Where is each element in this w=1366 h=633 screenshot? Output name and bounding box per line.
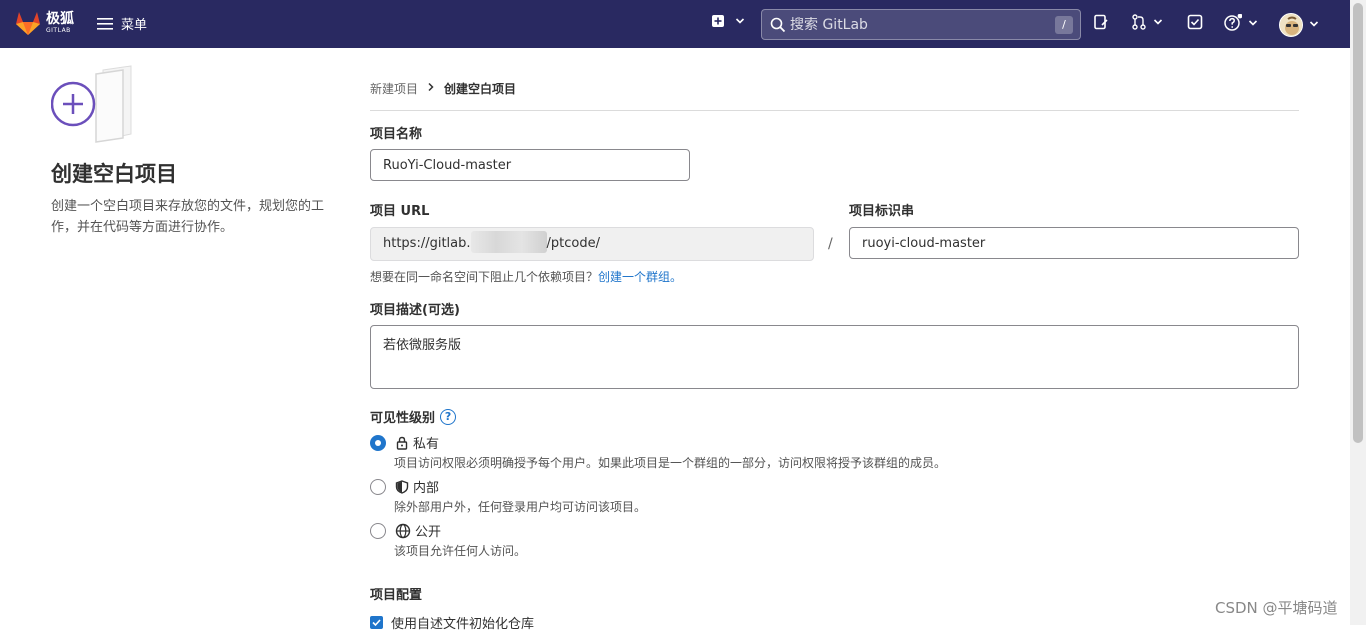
page-scrollbar[interactable] — [1350, 0, 1366, 625]
checkmark-icon — [372, 619, 381, 627]
create-group-link[interactable]: 创建一个群组。 — [598, 270, 682, 284]
left-column — [50, 64, 341, 144]
description-textarea[interactable]: 若依微服务版 — [370, 325, 1299, 389]
search-shortcut-key: / — [1055, 16, 1073, 34]
blank-project-illustration — [50, 64, 136, 144]
chevron-down-icon — [1153, 19, 1163, 25]
globe-icon — [395, 523, 411, 539]
avatar-image-icon — [1280, 14, 1302, 36]
url-slug-separator: / — [828, 236, 833, 252]
help-icon — [1224, 14, 1242, 31]
lock-icon — [395, 436, 409, 450]
project-url-label: 项目 URL — [370, 204, 430, 219]
breadcrumb: 新建项目 创建空白项目 — [370, 80, 516, 97]
issues-button[interactable] — [1093, 14, 1109, 30]
top-navbar: 极狐 GITLAB 菜单 / — [0, 0, 1350, 48]
namespace-hint-text: 想要在同一命名空间下阻止几个依赖项目？ — [370, 270, 599, 284]
project-url-prefix: https://gitlab. — [383, 236, 471, 251]
fox-logo-icon — [16, 12, 40, 35]
description-label: 项目描述(可选) — [370, 303, 460, 318]
chevron-down-icon — [1309, 21, 1319, 27]
visibility-option-internal[interactable]: 内部 — [370, 477, 439, 496]
page-title: 创建空白项目 — [51, 162, 177, 186]
search-input[interactable] — [790, 16, 1040, 33]
brand-name: 极狐 — [46, 11, 74, 27]
breadcrumb-current: 创建空白项目 — [444, 82, 517, 96]
readme-checkbox[interactable] — [370, 616, 383, 629]
internal-label: 内部 — [413, 481, 440, 496]
hamburger-icon — [97, 17, 113, 30]
private-label: 私有 — [413, 437, 440, 452]
readme-option[interactable]: 使用自述文件初始化仓库 — [370, 613, 534, 632]
search-icon — [770, 17, 786, 32]
visibility-option-public[interactable]: 公开 — [370, 521, 441, 540]
create-new-button[interactable] — [711, 14, 745, 28]
internal-help: 除外部用户外，任何登录用户均可访问该项目。 — [394, 500, 647, 514]
project-url-namespace-select[interactable]: https://gitlab. /ptcode/ — [370, 227, 814, 261]
project-url-suffix: /ptcode/ — [546, 236, 600, 251]
visibility-option-private[interactable]: 私有 — [370, 433, 439, 452]
public-label: 公开 — [415, 525, 442, 540]
visibility-help-icon[interactable]: ? — [440, 408, 457, 425]
internal-radio[interactable] — [370, 478, 386, 495]
project-config-label: 项目配置 — [370, 588, 423, 603]
visibility-heading: 可见性级别 ? — [370, 407, 457, 426]
divider — [370, 110, 1299, 111]
todos-button[interactable] — [1187, 14, 1203, 30]
readme-checkbox-label: 使用自述文件初始化仓库 — [391, 617, 535, 632]
menu-label: 菜单 — [121, 18, 148, 33]
chevron-down-icon — [735, 18, 745, 24]
search-box[interactable]: / — [761, 9, 1081, 40]
blank-project-icon — [50, 65, 132, 143]
brand-logo[interactable]: 极狐 GITLAB — [14, 10, 74, 36]
project-slug-label: 项目标识串 — [849, 204, 915, 219]
namespace-hint: 想要在同一命名空间下阻止几个依赖项目？创建一个群组。 — [370, 268, 682, 285]
private-radio[interactable] — [370, 434, 386, 451]
project-slug-input[interactable] — [849, 227, 1299, 259]
project-name-label: 项目名称 — [370, 127, 423, 142]
watermark: CSDN @平塘码道 — [1215, 599, 1338, 617]
merge-requests-button[interactable] — [1131, 14, 1163, 30]
brand-sub: GITLAB — [46, 27, 71, 34]
visibility-label: 可见性级别 — [370, 411, 436, 426]
help-button[interactable] — [1224, 14, 1258, 32]
scrollbar-thumb[interactable] — [1353, 3, 1363, 443]
shield-icon — [395, 479, 409, 494]
menu-button[interactable]: 菜单 — [97, 14, 147, 33]
public-help: 该项目允许任何人访问。 — [394, 544, 527, 558]
user-avatar[interactable] — [1279, 13, 1303, 37]
breadcrumb-parent[interactable]: 新建项目 — [370, 80, 418, 97]
user-menu-toggle[interactable] — [1309, 19, 1319, 29]
chevron-right-icon — [426, 81, 436, 96]
issues-icon — [1094, 14, 1108, 30]
redacted-domain — [470, 231, 547, 253]
private-help: 项目访问权限必须明确授予每个用户。如果此项目是一个群组的一部分，访问权限将授予该… — [394, 456, 947, 470]
public-radio[interactable] — [370, 522, 386, 539]
plus-square-icon — [712, 15, 724, 27]
project-name-input[interactable] — [370, 149, 690, 181]
todo-check-icon — [1187, 14, 1203, 30]
page-description: 创建一个空白项目来存放您的文件，规划您的工作，并在代码等方面进行协作。 — [51, 199, 325, 235]
merge-request-icon — [1132, 14, 1146, 30]
chevron-down-icon — [1248, 20, 1258, 26]
